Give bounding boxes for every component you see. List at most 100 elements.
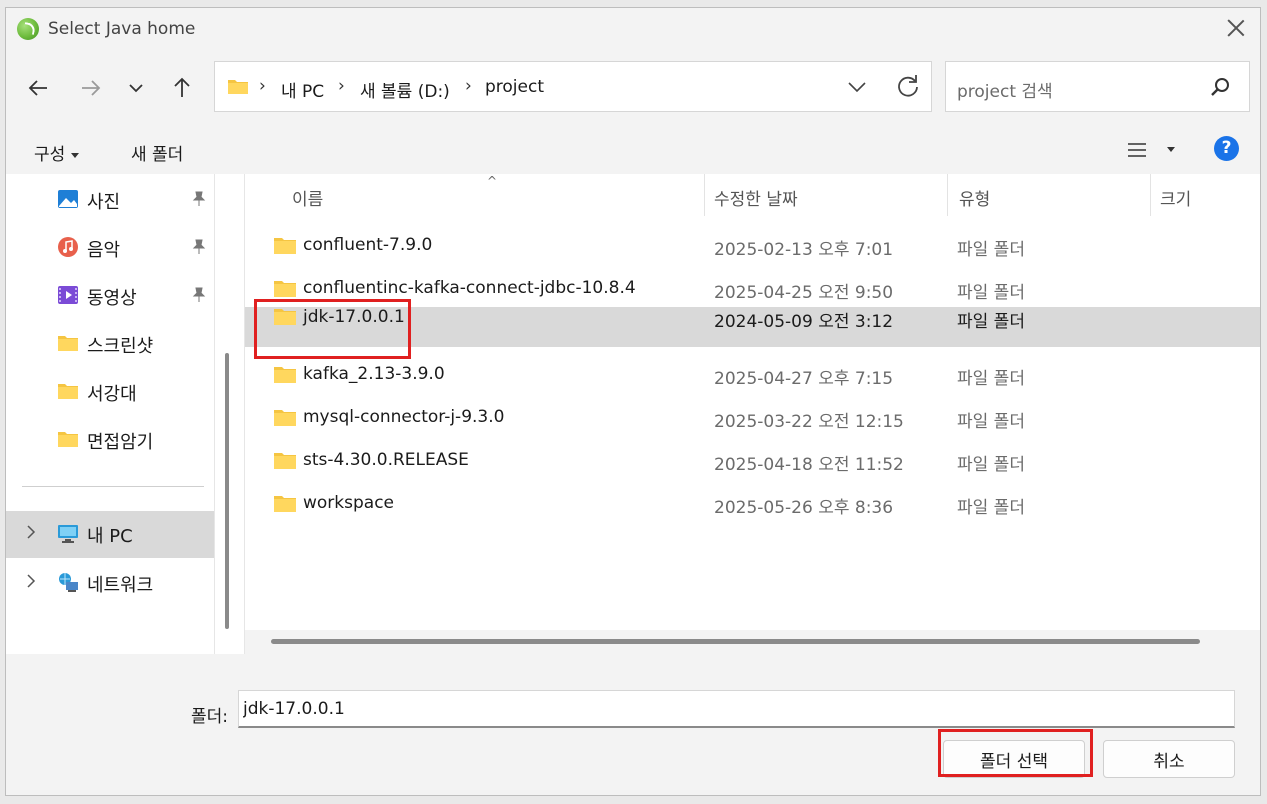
navigation-pane: 사진 음악 동영상 스크린샷 서강대 면접암기 내 PC 네트워크 [6,174,215,654]
organize-menu[interactable]: 구성 [34,140,80,165]
file-modified-date: 2025-04-25 오전 9:50 [714,283,894,303]
file-type: 파일 폴더 [957,498,1025,518]
pictures-icon [58,190,78,208]
chevron-down-icon[interactable] [845,76,869,98]
sidebar-item-label: 네트워크 [87,575,154,596]
sidebar-item-label: 서강대 [87,384,137,405]
file-row[interactable]: confluentinc-kafka-connect-jdbc-10.8.4 20… [245,268,1260,308]
file-row[interactable]: confluent-7.9.0 2025-02-13 오후 7:01 파일 폴더 [245,225,1260,265]
chevron-right-icon[interactable] [26,525,36,539]
network-icon [59,573,78,592]
background-window-strip [0,796,1267,804]
dialog-footer: 폴더: 폴더 선택 취소 [6,654,1260,795]
sidebar-item-music[interactable]: 음악 [6,225,214,269]
column-header-name[interactable]: 이름 [292,185,323,210]
view-caret-down-icon[interactable] [1167,147,1175,152]
file-modified-date: 2025-05-26 오후 8:36 [714,498,894,518]
file-type: 파일 폴더 [957,312,1025,332]
sidebar-item-network[interactable]: 네트워크 [6,560,214,604]
column-header-modified[interactable]: 수정한 날짜 [714,185,798,210]
file-type: 파일 폴더 [957,369,1025,389]
chevron-right-icon[interactable] [26,574,36,588]
folder-icon [274,309,296,325]
file-row[interactable]: workspace 2025-05-26 오후 8:36 파일 폴더 [245,483,1260,523]
folder-icon [274,281,296,297]
file-modified-date: 2025-04-18 오전 11:52 [714,455,904,475]
sidebar-item-label: 동영상 [87,288,137,309]
sidebar-item-this-pc[interactable]: 내 PC [6,511,214,558]
help-icon[interactable]: ? [1214,136,1239,161]
sidebar-item-sogang[interactable]: 서강대 [6,369,214,413]
column-divider[interactable] [947,174,948,216]
sidebar-divider [22,486,204,487]
folder-icon [58,432,78,447]
breadcrumb-this-pc[interactable]: 내 PC [281,77,324,102]
file-row[interactable]: jdk-17.0.0.1 2024-05-09 오전 3:12 파일 폴더 [245,307,1260,347]
pin-icon[interactable] [192,287,206,303]
file-row[interactable]: kafka_2.13-3.9.0 2025-04-27 오후 7:15 파일 폴더 [245,354,1260,394]
column-divider[interactable] [704,174,705,216]
title-bar: Select Java home [6,8,1260,50]
file-name: mysql-connector-j-9.3.0 [303,407,505,427]
new-folder-button[interactable]: 새 폴더 [131,140,183,165]
spring-logo-icon [17,18,39,40]
sidebar-item-pictures[interactable]: 사진 [6,177,214,221]
search-input[interactable]: project 검색 [945,61,1250,112]
file-type: 파일 폴더 [957,283,1025,303]
column-header-type[interactable]: 유형 [959,185,990,210]
breadcrumb-project[interactable]: project [485,77,544,97]
file-modified-date: 2025-02-13 오후 7:01 [714,240,894,260]
breadcrumb-volume-d[interactable]: 새 볼륨 (D:) [360,77,450,102]
recent-locations-chevron-icon[interactable] [118,70,154,106]
sidebar-item-label: 내 PC [87,526,133,547]
folder-icon [274,367,296,383]
organize-label: 구성 [34,145,66,165]
sidebar-item-label: 사진 [87,192,121,213]
videos-icon [58,286,78,304]
sidebar-scrollbar[interactable] [225,353,229,629]
file-row[interactable]: mysql-connector-j-9.3.0 2025-03-22 오전 12:… [245,397,1260,437]
file-name: jdk-17.0.0.1 [303,307,405,327]
search-icon[interactable] [1209,76,1231,98]
sidebar-item-label: 면접암기 [87,432,154,453]
file-name: confluentinc-kafka-connect-jdbc-10.8.4 [303,278,636,298]
file-name: kafka_2.13-3.9.0 [303,364,445,384]
pin-icon[interactable] [192,239,206,255]
sidebar-item-label: 음악 [87,240,121,261]
folder-icon [58,336,78,351]
sidebar-item-videos[interactable]: 동영상 [6,273,214,317]
folder-name-input[interactable] [238,690,1235,728]
breadcrumb-separator-icon: › [338,76,345,96]
file-name: sts-4.30.0.RELEASE [303,450,469,470]
sidebar-item-interview[interactable]: 면접암기 [6,417,214,461]
address-bar[interactable]: › 내 PC › 새 볼륨 (D:) › project [214,61,932,112]
command-bar: 구성 새 폴더 ? [6,125,1260,174]
sort-ascending-icon: ^ [487,174,498,188]
close-icon[interactable] [1224,16,1248,40]
file-row[interactable]: sts-4.30.0.RELEASE 2025-04-18 오전 11:52 파일 … [245,440,1260,480]
column-header-size[interactable]: 크기 [1160,185,1191,210]
up-arrow-icon[interactable] [164,70,200,106]
horizontal-scrollbar[interactable] [271,639,1200,644]
forward-arrow-icon[interactable] [73,70,109,106]
file-name: confluent-7.9.0 [303,235,433,255]
select-java-home-dialog: Select Java home › 내 PC › 새 볼륨 (D:) › pr… [5,7,1261,796]
folder-icon [274,453,296,469]
column-divider[interactable] [1150,174,1151,216]
pin-icon[interactable] [192,191,206,207]
pc-icon [58,525,78,543]
refresh-icon[interactable] [895,73,921,99]
breadcrumb-separator-icon: › [465,76,472,96]
file-name: workspace [303,493,395,513]
folder-icon [274,410,296,426]
file-modified-date: 2025-04-27 오후 7:15 [714,369,894,389]
cancel-button[interactable]: 취소 [1103,740,1235,778]
sidebar-item-screenshots[interactable]: 스크린샷 [6,321,214,365]
breadcrumb-separator-icon: › [259,76,266,96]
view-options-icon[interactable] [1127,141,1147,159]
back-arrow-icon[interactable] [20,70,56,106]
select-folder-button[interactable]: 폴더 선택 [943,740,1085,778]
search-placeholder: project 검색 [957,82,1053,102]
folder-icon [228,80,248,94]
folder-icon [274,238,296,254]
